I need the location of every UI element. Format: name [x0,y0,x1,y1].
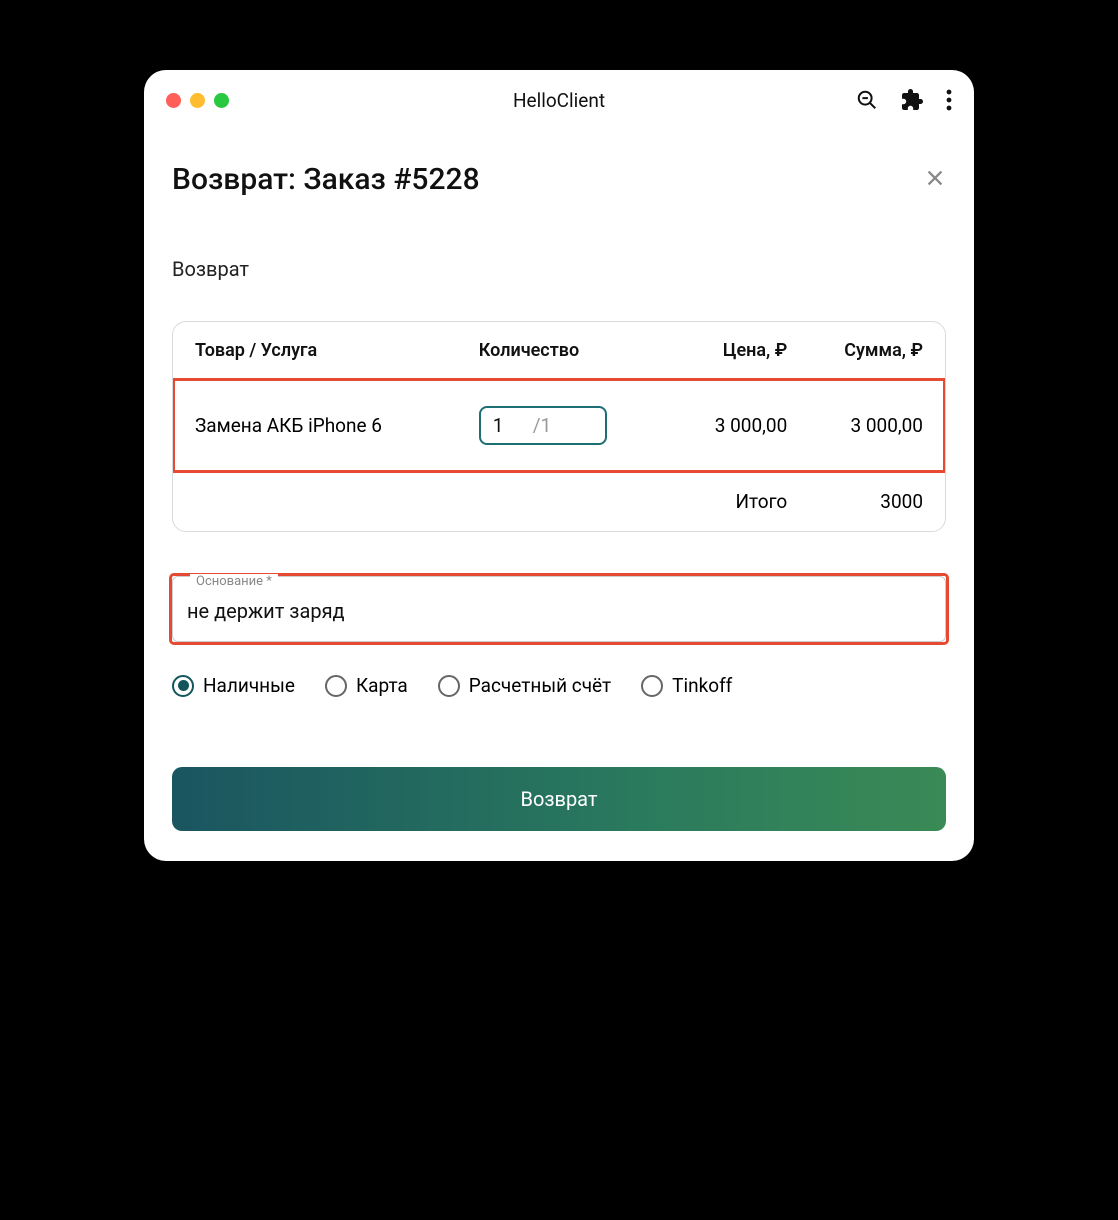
radio-icon [438,675,460,697]
payment-option-label: Наличные [203,674,295,697]
payment-option-label: Tinkoff [672,674,732,697]
page-header: Возврат: Заказ #5228 [172,162,946,197]
col-qty: Количество [479,340,652,361]
total-label: Итого [652,490,788,513]
extension-icon[interactable] [900,88,924,112]
window-close-button[interactable] [166,93,181,108]
window-minimize-button[interactable] [190,93,205,108]
table-footer: Итого 3000 [173,472,945,531]
payment-option[interactable]: Карта [325,674,408,697]
traffic-lights [166,93,229,108]
col-item: Товар / Услуга [195,340,479,361]
total-value: 3000 [787,490,923,513]
title-actions [856,88,952,112]
col-sum: Сумма, ₽ [787,340,923,361]
qty-cell: /1 [479,406,652,445]
more-menu-icon[interactable] [946,89,952,111]
section-label: Возврат [172,257,946,281]
table-row: Замена АКБ iPhone 6 /1 3 000,00 3 000,00 [173,379,945,472]
payment-option[interactable]: Наличные [172,674,295,697]
payment-option[interactable]: Расчетный счёт [438,674,611,697]
radio-icon [172,675,194,697]
submit-button[interactable]: Возврат [172,767,946,831]
reason-label: Основание * [190,574,278,589]
items-table: Товар / Услуга Количество Цена, ₽ Сумма,… [172,321,946,532]
window-title: HelloClient [513,89,605,112]
content: Возврат: Заказ #5228 Возврат Товар / Усл… [144,122,974,831]
close-icon[interactable] [924,167,946,193]
app-window: HelloClient [144,70,974,861]
payment-method-group: Наличные Карта Расчетный счёт Tinkoff [172,674,946,697]
titlebar: HelloClient [144,70,974,122]
payment-option-label: Карта [356,674,408,697]
window-maximize-button[interactable] [214,93,229,108]
reason-input[interactable] [187,599,931,623]
radio-icon [641,675,663,697]
qty-suffix: /1 [533,414,552,437]
item-name: Замена АКБ iPhone 6 [195,414,479,437]
item-sum: 3 000,00 [787,414,923,437]
item-price: 3 000,00 [652,414,788,437]
payment-option-label: Расчетный счёт [469,674,611,697]
qty-input[interactable] [493,414,523,437]
zoom-out-icon[interactable] [856,89,878,111]
page-title: Возврат: Заказ #5228 [172,162,480,197]
payment-option[interactable]: Tinkoff [641,674,732,697]
reason-field-wrap: Основание * [172,576,946,642]
qty-box: /1 [479,406,607,445]
table-header: Товар / Услуга Количество Цена, ₽ Сумма,… [173,322,945,379]
col-price: Цена, ₽ [652,340,788,361]
radio-icon [325,675,347,697]
